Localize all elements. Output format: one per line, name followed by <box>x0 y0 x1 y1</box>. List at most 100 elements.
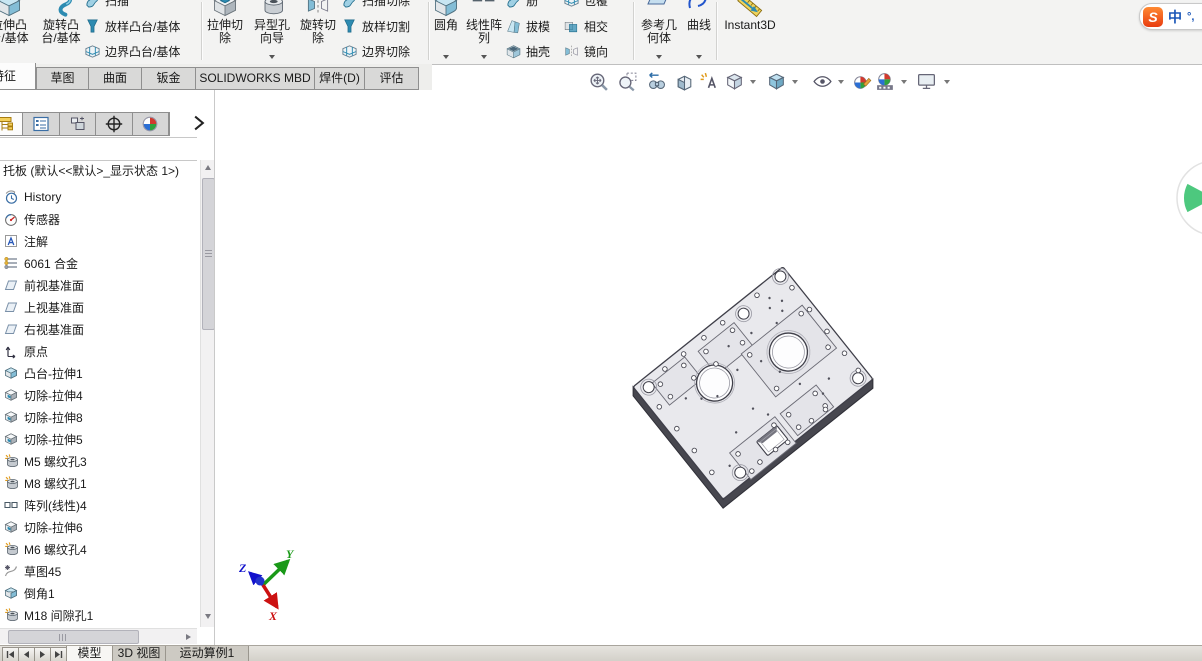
boundary-boss-button[interactable]: 边界凸台/基体 <box>84 40 200 62</box>
hole-wizard-button[interactable]: 异型孔向导 <box>249 0 295 64</box>
tab-evaluate[interactable]: 评估 <box>364 67 419 90</box>
view-orientation-icon[interactable] <box>724 71 745 92</box>
tree-item-linear-pattern4[interactable]: 阵列(线性)4 <box>3 494 197 516</box>
scroll-right-button[interactable] <box>180 630 196 643</box>
horizontal-scroll-thumb[interactable] <box>8 630 139 644</box>
fillet-dropdown-caret[interactable] <box>443 55 449 59</box>
draft-button[interactable]: 拔模 <box>505 15 561 37</box>
tree-item-sensors[interactable]: 传感器 <box>3 208 197 230</box>
ime-punctuation-indicator[interactable]: °, <box>1187 11 1194 23</box>
tree-filter-box[interactable] <box>0 137 197 161</box>
tab-sheet-metal[interactable]: 钣金 <box>141 67 196 90</box>
fillet-button[interactable]: 圆角 <box>429 0 463 64</box>
edit-appearance-icon[interactable] <box>852 71 873 92</box>
display-style-icon[interactable] <box>766 71 787 92</box>
edge-widget-partial[interactable] <box>1176 161 1202 235</box>
loft-boss-button[interactable]: 放样凸台/基体 <box>84 15 200 37</box>
tab-surfaces[interactable]: 曲面 <box>88 67 142 90</box>
last-view-button[interactable] <box>50 647 67 661</box>
panel-tab-dimxpert[interactable] <box>96 113 133 135</box>
tree-item-m18-clearance-hole1[interactable]: M18 间隙孔1 <box>3 604 197 626</box>
tree-item-material[interactable]: 6061 合金 <box>3 252 197 274</box>
panel-tab-displaymanager[interactable] <box>132 113 170 135</box>
motion-study-tab[interactable]: 运动算例1 <box>165 646 249 661</box>
tab-solidworks-mbd[interactable]: SOLIDWORKS MBD <box>195 67 315 90</box>
shell-button[interactable]: 抽壳 <box>505 40 561 62</box>
view-settings-icon[interactable] <box>916 71 937 92</box>
apply-scene-icon[interactable] <box>875 71 896 92</box>
tree-item-top-plane[interactable]: 上视基准面 <box>3 296 197 318</box>
panel-tab-featuremanager[interactable] <box>0 113 24 135</box>
tab-features[interactable]: 特征 <box>0 63 36 90</box>
intersect-button[interactable]: 相交 <box>563 15 629 37</box>
tree-item-chamfer1[interactable]: 倒角1 <box>3 582 197 604</box>
graphics-viewport[interactable]: X Y Z <box>216 90 1202 645</box>
tree-item-history[interactable]: History <box>3 186 197 208</box>
tree-item-m8-tapped-hole1[interactable]: M8 螺纹孔1 <box>3 472 197 494</box>
view-annotations-icon[interactable] <box>698 71 719 92</box>
tree-item-m6-tapped-hole4[interactable]: M6 螺纹孔4 <box>3 538 197 560</box>
previous-view-button[interactable] <box>18 647 35 661</box>
hide-show-items-caret[interactable] <box>838 80 844 84</box>
zoom-to-fit-icon[interactable] <box>588 71 609 92</box>
zoom-to-area-icon[interactable] <box>617 71 638 92</box>
revolve-boss-button[interactable]: 旋转凸台/基体 <box>38 0 84 64</box>
next-view-button[interactable] <box>34 647 51 661</box>
reference-geometry-button[interactable]: 参考几何体 <box>636 0 682 64</box>
linear-pattern-button[interactable]: 线性阵列 <box>464 0 504 64</box>
wrap-button[interactable]: 包覆 <box>563 0 629 11</box>
extrude-cut-button[interactable]: 拉伸切除 <box>203 0 247 64</box>
section-view-icon[interactable] <box>674 71 695 92</box>
reference-geometry-dropdown-caret[interactable] <box>656 55 662 59</box>
view-orientation-caret[interactable] <box>750 80 756 84</box>
3d-views-tab[interactable]: 3D 视图 <box>112 646 166 661</box>
panel-splitter[interactable] <box>214 90 215 645</box>
sweep-boss-button[interactable]: 扫描 <box>84 0 200 11</box>
tree-item-m5-tapped-hole3[interactable]: M5 螺纹孔3 <box>3 450 197 472</box>
tree-item-right-plane[interactable]: 右视基准面 <box>3 318 197 340</box>
curves-button[interactable]: 曲线 <box>683 0 715 64</box>
part-plate[interactable] <box>632 265 874 501</box>
ime-bar[interactable]: S 中 °, <box>1139 3 1202 30</box>
model-tab[interactable]: 模型 <box>66 646 113 661</box>
tree-root-part[interactable]: 托板 (默认<<默认>_显示状态 1>) <box>3 162 195 179</box>
tree-horizontal-scrollbar[interactable] <box>0 628 197 644</box>
scroll-down-button[interactable] <box>201 609 215 624</box>
loft-cut-button[interactable]: 放样切割 <box>341 15 427 37</box>
tree-item-front-plane[interactable]: 前视基准面 <box>3 274 197 296</box>
sogou-logo-icon[interactable]: S <box>1143 6 1163 27</box>
tree-item-origin[interactable]: 原点 <box>3 340 197 362</box>
tab-weldments[interactable]: 焊件(D) <box>314 67 365 90</box>
ime-mode-indicator[interactable]: 中 <box>1168 7 1182 27</box>
previous-view-icon[interactable] <box>646 71 667 92</box>
extrude-boss-button[interactable]: 拉伸凸台/基体 <box>0 0 32 64</box>
instant3d-button[interactable]: Instant3D <box>718 0 782 64</box>
curves-dropdown-caret[interactable] <box>696 55 702 59</box>
tree-item-cut-extrude5[interactable]: 切除-拉伸5 <box>3 428 197 450</box>
boundary-cut-button[interactable]: 边界切除 <box>341 40 427 62</box>
tree-item-cut-extrude6[interactable]: 切除-拉伸6 <box>3 516 197 538</box>
tree-item-annotations[interactable]: 注解 <box>3 230 197 252</box>
revolve-cut-button[interactable]: 旋转切除 <box>297 0 339 64</box>
apply-scene-caret[interactable] <box>901 80 907 84</box>
first-view-button[interactable] <box>2 647 19 661</box>
hide-show-items-icon[interactable] <box>812 71 833 92</box>
tree-vertical-scrollbar[interactable] <box>200 160 215 627</box>
tree-item-sketch45[interactable]: 草图45 <box>3 560 197 582</box>
panel-expand-chevron-icon[interactable] <box>190 114 208 132</box>
panel-tab-propertymanager[interactable] <box>23 113 60 135</box>
sweep-cut-button[interactable]: 扫描切除 <box>341 0 427 11</box>
linear-pattern-dropdown-caret[interactable] <box>481 55 487 59</box>
model-canvas[interactable]: X Y Z <box>216 90 1202 645</box>
display-style-caret[interactable] <box>792 80 798 84</box>
hole-wizard-dropdown-caret[interactable] <box>269 55 275 59</box>
rib-button[interactable]: 筋 <box>505 0 561 11</box>
scroll-up-button[interactable] <box>201 160 215 175</box>
tab-sketch[interactable]: 草图 <box>36 67 89 90</box>
mirror-button[interactable]: 镜向 <box>563 40 629 62</box>
tree-item-cut-extrude4[interactable]: 切除-拉伸4 <box>3 384 197 406</box>
tree-item-cut-extrude8[interactable]: 切除-拉伸8 <box>3 406 197 428</box>
tree-item-boss-extrude1[interactable]: 凸台-拉伸1 <box>3 362 197 384</box>
panel-tab-configurationmanager[interactable] <box>59 113 97 135</box>
view-settings-caret[interactable] <box>944 80 950 84</box>
